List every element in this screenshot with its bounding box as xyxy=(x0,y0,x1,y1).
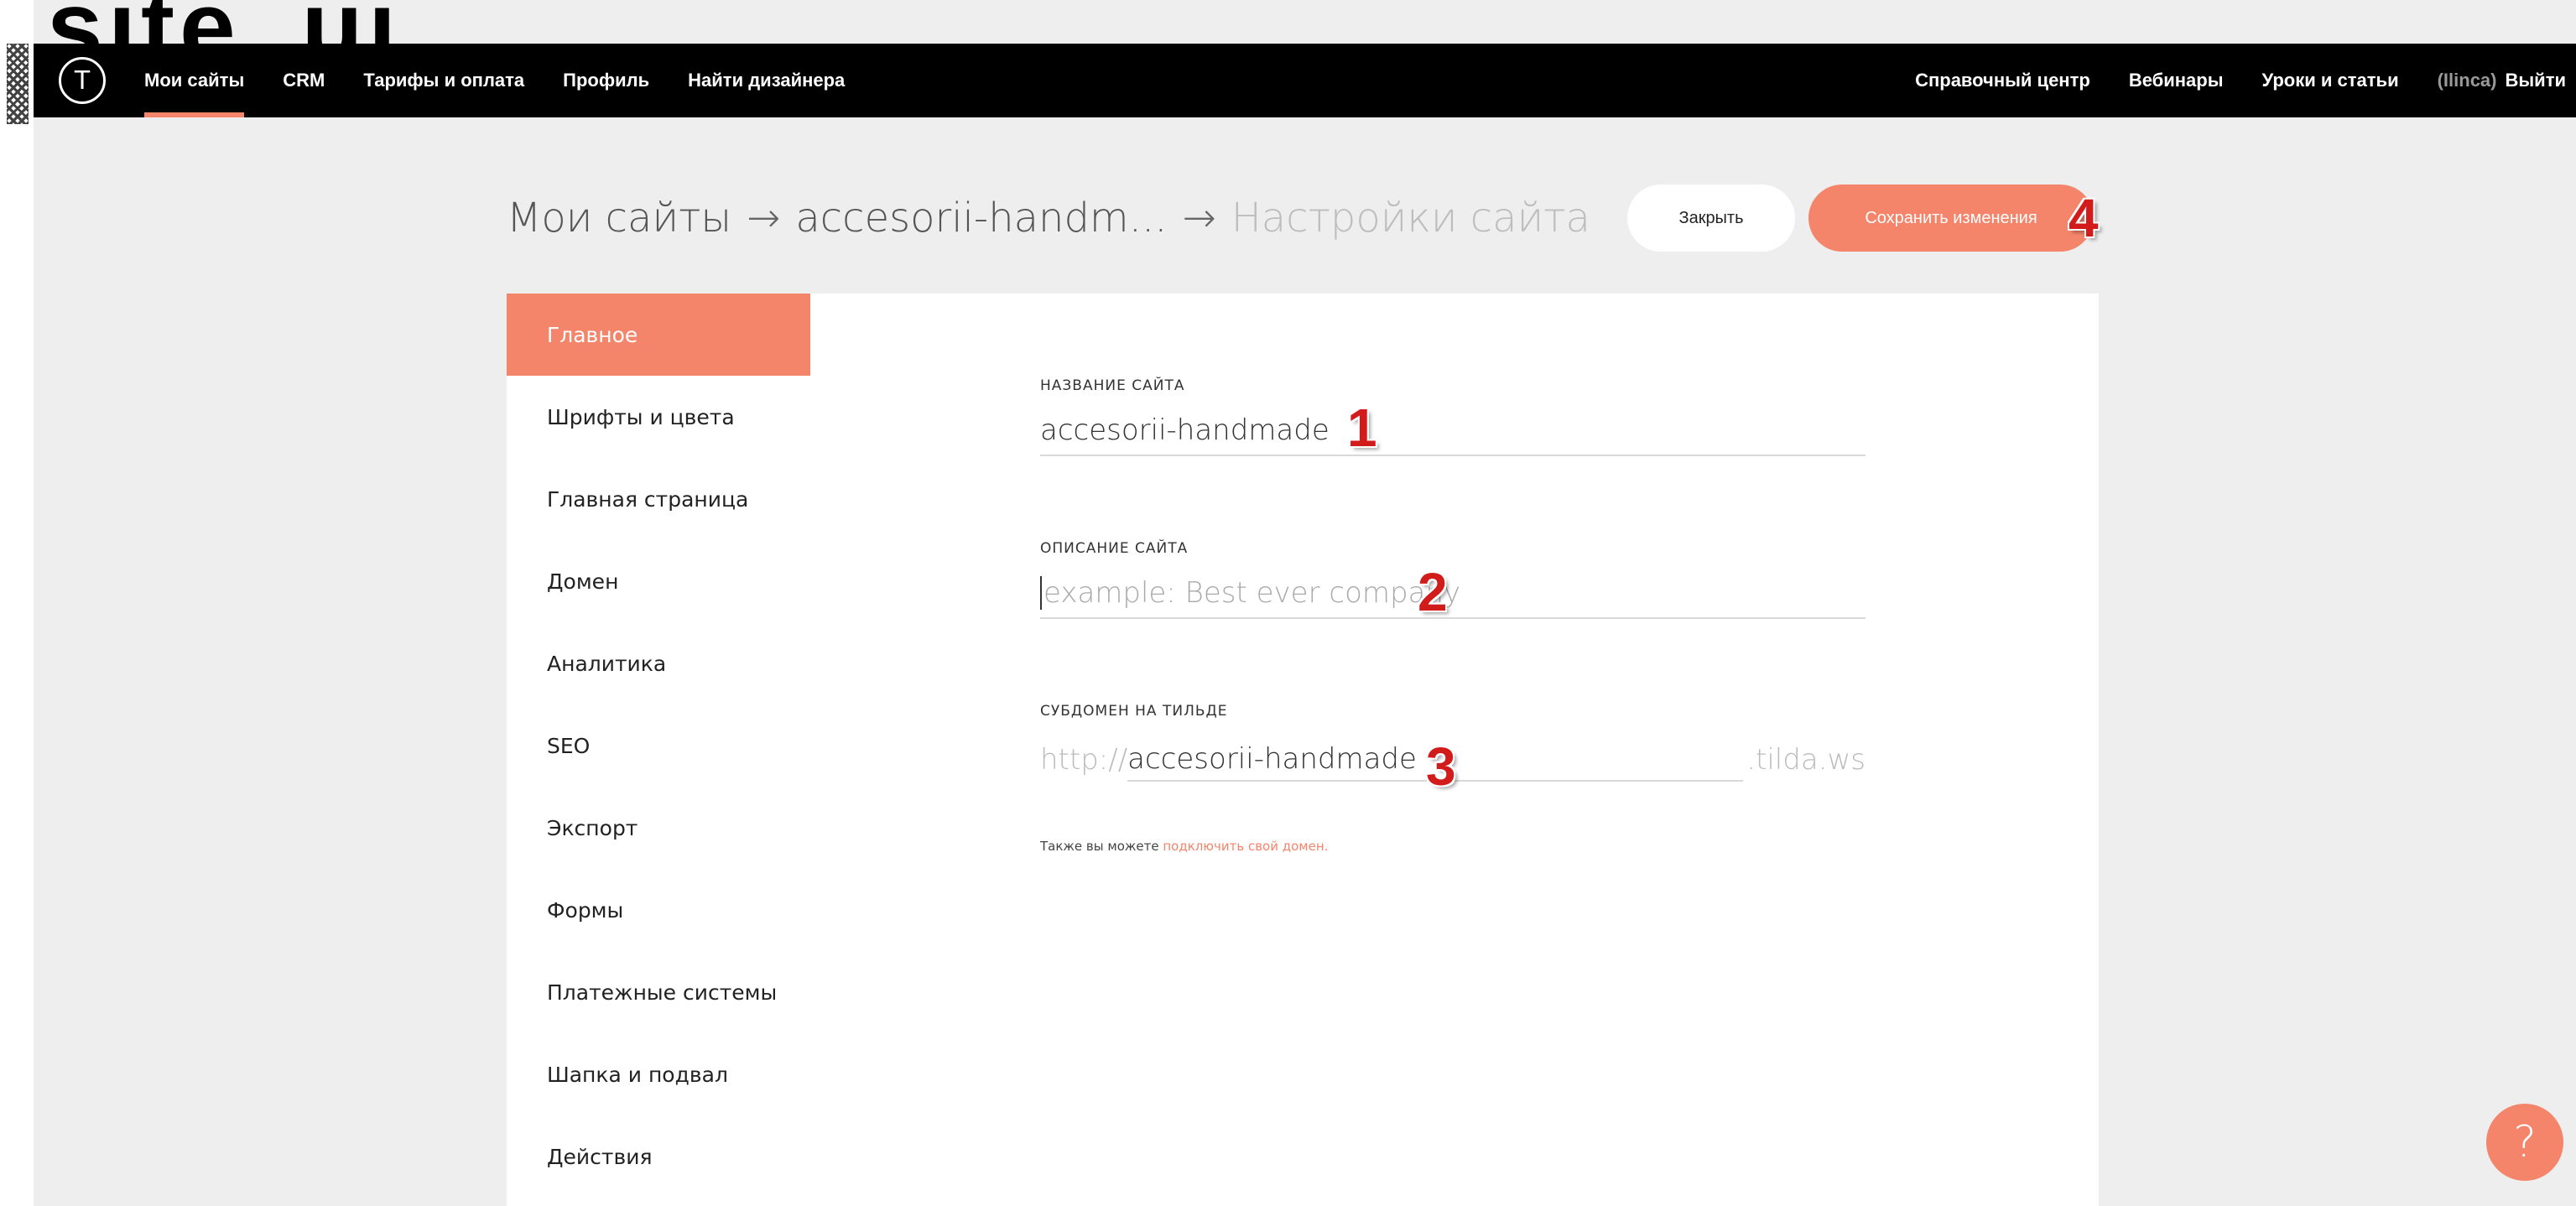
settings-sidebar: Главное Шрифты и цвета Главная страница … xyxy=(507,294,810,1206)
sidebar-item-fonts-colors[interactable]: Шрифты и цвета xyxy=(507,376,810,458)
sidebar-item-payments[interactable]: Платежные системы xyxy=(507,951,810,1033)
user-name: (Ilinca) xyxy=(2437,70,2497,91)
save-button[interactable]: Сохранить изменения xyxy=(1808,185,2094,252)
subdomain-suffix: .tilda.ws xyxy=(1746,743,1866,777)
sidebar-item-domain[interactable]: Домен xyxy=(507,540,810,622)
annotation-marker-4: 4 xyxy=(2069,188,2099,248)
site-name-field: Название сайта accesorii-handmade xyxy=(1040,377,1866,456)
site-description-input[interactable]: example: Best ever company xyxy=(1040,575,1866,619)
nav-plans[interactable]: Тарифы и оплата xyxy=(363,44,524,117)
breadcrumb-site[interactable]: accesorii-handm... xyxy=(795,195,1167,242)
site-description-placeholder: example: Best ever company xyxy=(1043,576,1461,610)
nav-profile[interactable]: Профиль xyxy=(563,44,649,117)
site-name-label: Название сайта xyxy=(1040,377,1185,394)
sidebar-item-analytics[interactable]: Аналитика xyxy=(507,622,810,704)
connect-domain-link[interactable]: подключить свой домен. xyxy=(1163,839,1328,854)
settings-panel: Название сайта accesorii-handmade 1 Опис… xyxy=(810,294,2099,1206)
logout-link[interactable]: Выйти xyxy=(2506,70,2567,91)
annotation-marker-3: 3 xyxy=(1426,736,1456,797)
main-nav: Мои сайты CRM Тарифы и оплата Профиль На… xyxy=(144,44,883,117)
nav-webinars[interactable]: Вебинары xyxy=(2129,44,2224,117)
tilda-logo-icon[interactable]: Т xyxy=(59,57,106,104)
nav-find-designer[interactable]: Найти дизайнера xyxy=(688,44,845,117)
domain-hint-text: Также вы можете xyxy=(1040,839,1163,854)
secondary-nav: Справочный центр Вебинары Уроки и статьи… xyxy=(1876,44,2566,117)
nav-lessons[interactable]: Уроки и статьи xyxy=(2262,44,2399,117)
site-name-input[interactable]: accesorii-handmade xyxy=(1040,413,1866,456)
left-strip xyxy=(0,0,34,1206)
sidebar-item-main[interactable]: Главное xyxy=(507,294,810,376)
zigzag-decoration xyxy=(7,44,29,124)
site-description-label: Описание сайта xyxy=(1040,540,1189,557)
breadcrumb-arrow-icon: → xyxy=(1182,195,1216,242)
annotation-marker-1: 1 xyxy=(1347,398,1377,458)
breadcrumb-arrow-icon: → xyxy=(747,195,781,242)
annotation-marker-2: 2 xyxy=(1418,562,1448,622)
nav-help-center[interactable]: Справочный центр xyxy=(1915,44,2090,117)
close-button[interactable]: Закрыть xyxy=(1627,185,1795,252)
sidebar-item-seo[interactable]: SEO xyxy=(507,704,810,787)
sidebar-item-actions[interactable]: Действия xyxy=(507,1115,810,1198)
nav-my-sites[interactable]: Мои сайты xyxy=(144,44,245,117)
sidebar-item-home-page[interactable]: Главная страница xyxy=(507,458,810,540)
top-nav-bar: Т Мои сайты CRM Тарифы и оплата Профиль … xyxy=(34,44,2576,117)
text-caret xyxy=(1040,576,1042,610)
sidebar-item-export[interactable]: Экспорт xyxy=(507,787,810,869)
breadcrumb: Мои сайты → accesorii-handm... → Настройки с… xyxy=(507,195,1590,242)
breadcrumb-current: Настройки сайта xyxy=(1231,195,1590,242)
help-icon[interactable]: ? xyxy=(2486,1104,2563,1181)
domain-hint: Также вы можете подключить свой домен. xyxy=(1040,839,1328,854)
sidebar-item-forms[interactable]: Формы xyxy=(507,869,810,951)
sidebar-item-header-footer[interactable]: Шапка и подвал xyxy=(507,1033,810,1115)
subdomain-prefix: http:// xyxy=(1040,743,1128,777)
breadcrumb-my-sites[interactable]: Мои сайты xyxy=(507,195,731,242)
site-description-field: Описание сайта example: Best ever compan… xyxy=(1040,540,1866,619)
subdomain-label: Субдомен на Тильде xyxy=(1040,703,1228,720)
nav-crm[interactable]: CRM xyxy=(283,44,325,117)
